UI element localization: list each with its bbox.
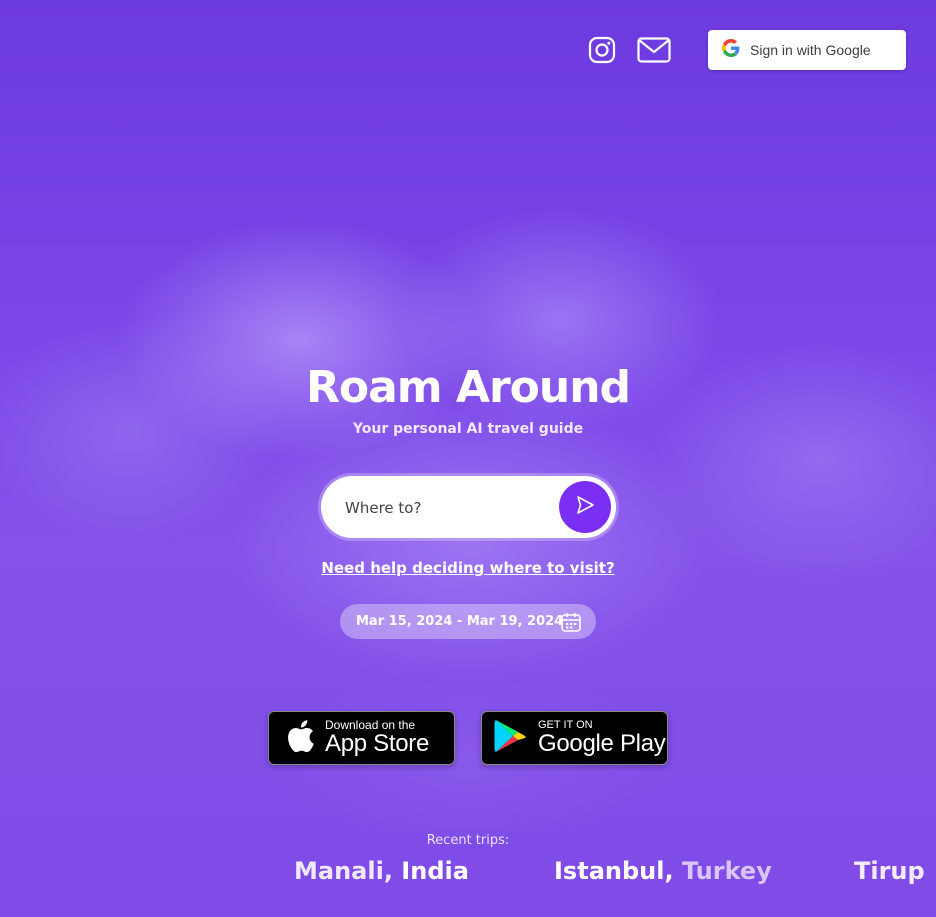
recent-trip-country: Turkey (681, 857, 772, 885)
date-range-label: Mar 15, 2024 - Mar 19, 2024 (356, 614, 564, 629)
instagram-icon[interactable] (586, 36, 618, 64)
mail-icon[interactable] (636, 36, 672, 64)
send-icon (574, 494, 596, 520)
destination-search-box (321, 476, 616, 538)
google-sign-in-button[interactable]: Sign in with Google (708, 30, 906, 70)
recent-trip-country: India (401, 857, 469, 885)
google-play-logo-icon (494, 718, 528, 758)
google-play-badge[interactable]: GET IT ON Google Play (481, 711, 668, 765)
google-sign-in-label: Sign in with Google (750, 42, 871, 58)
google-logo-icon (722, 39, 740, 61)
page-subtitle: Your personal AI travel guide (352, 421, 584, 437)
destination-input[interactable] (343, 494, 557, 522)
app-store-text: Download on the App Store (325, 719, 429, 757)
cloud-background (0, 0, 936, 917)
apple-logo-icon (285, 719, 315, 757)
recent-trips-label: Recent trips: (426, 833, 510, 848)
date-range-picker[interactable]: Mar 15, 2024 - Mar 19, 2024 (340, 604, 596, 639)
google-play-big-text: Google Play (538, 730, 666, 757)
google-play-text: GET IT ON Google Play (538, 719, 666, 757)
app-store-big-text: App Store (325, 730, 430, 757)
search-submit-button[interactable] (559, 481, 611, 533)
calendar-icon (560, 611, 582, 637)
recent-trip-item[interactable]: Tirup (854, 857, 936, 885)
recent-trip-city: Manali, (294, 857, 393, 885)
help-deciding-link[interactable]: Need help deciding where to visit? (0, 559, 936, 577)
recent-trip-item[interactable]: Istanbul, Turkey (554, 857, 772, 885)
app-store-badge[interactable]: Download on the App Store (268, 711, 455, 765)
page-title: Roam Around (305, 362, 631, 413)
recent-trip-item[interactable]: Manali, India (294, 857, 469, 885)
recent-trip-text: Tirup (854, 857, 925, 885)
recent-trip-city: Istanbul, (554, 857, 674, 885)
